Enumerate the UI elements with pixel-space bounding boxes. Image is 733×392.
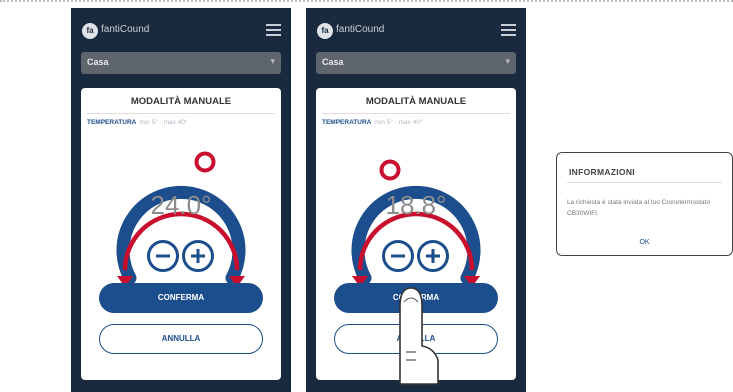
dotted-separator bbox=[0, 0, 733, 2]
increase-button[interactable] bbox=[417, 240, 449, 272]
info-dialog-title: INFORMAZIONI bbox=[569, 167, 635, 177]
dial-handle[interactable] bbox=[379, 159, 401, 181]
temperature-label: TEMPERATURA bbox=[87, 119, 137, 126]
temperature-label-row: TEMPERATURA min 5° · max 40° bbox=[87, 119, 188, 126]
temperature-label-row: TEMPERATURA min 5° · max 40° bbox=[322, 119, 423, 126]
dial-arc-red bbox=[357, 211, 475, 271]
app-header: fa fantiCound bbox=[71, 8, 291, 50]
temperature-value: 18.8° bbox=[385, 190, 447, 220]
hamburger-menu-icon[interactable] bbox=[266, 24, 281, 36]
app-header: fa fantiCound bbox=[306, 8, 526, 50]
temperature-range-hint: min 5° · max 40° bbox=[374, 119, 423, 126]
modal-title: MODALITÀ MANUALE bbox=[130, 96, 232, 107]
temperature-value: 24.0° bbox=[150, 190, 212, 220]
decrease-button[interactable] bbox=[147, 240, 179, 272]
hamburger-menu-icon[interactable] bbox=[501, 24, 516, 36]
plus-icon bbox=[426, 249, 440, 263]
dial-arc-red bbox=[122, 211, 240, 271]
room-selector-value: Casa bbox=[87, 57, 109, 67]
minus-icon bbox=[156, 254, 170, 258]
app-logo: fa bbox=[82, 23, 98, 39]
info-dialog-message: La richiesta è stata inviata al tuo Cron… bbox=[567, 199, 711, 217]
app-brand-name: fantiCound bbox=[101, 24, 150, 35]
chevron-down-icon: ▾ bbox=[270, 56, 275, 66]
temperature-range-hint: min 5° · max 40° bbox=[139, 119, 188, 126]
room-selector-value: Casa bbox=[322, 57, 344, 67]
title-divider bbox=[87, 113, 275, 114]
info-dialog-divider bbox=[567, 182, 722, 183]
phone-screen-1: fa fantiCound Casa ▾ MODALITÀ MANUALE TE… bbox=[71, 8, 291, 392]
decrease-button[interactable] bbox=[382, 240, 414, 272]
app-logo: fa bbox=[317, 23, 333, 39]
cancel-button[interactable]: ANNULLA bbox=[99, 324, 263, 354]
title-divider bbox=[322, 113, 510, 114]
minus-icon bbox=[391, 254, 405, 258]
room-selector[interactable]: Casa ▾ bbox=[81, 52, 281, 74]
chevron-down-icon: ▾ bbox=[505, 56, 510, 66]
increase-button[interactable] bbox=[182, 240, 214, 272]
room-selector[interactable]: Casa ▾ bbox=[316, 52, 516, 74]
info-dialog: INFORMAZIONI La richiesta è stata inviat… bbox=[556, 152, 733, 256]
app-brand-name: fantiCound bbox=[336, 24, 385, 35]
confirm-button[interactable]: CONFERMA bbox=[99, 283, 263, 313]
modal-title: MODALITÀ MANUALE bbox=[365, 96, 467, 107]
manual-mode-modal: MODALITÀ MANUALE TEMPERATURA min 5° · max… bbox=[81, 88, 281, 380]
temperature-label: TEMPERATURA bbox=[322, 119, 372, 126]
ok-button[interactable]: OK bbox=[557, 239, 732, 246]
tap-hand-icon bbox=[399, 287, 439, 385]
dial-handle[interactable] bbox=[194, 151, 216, 173]
plus-icon bbox=[191, 249, 205, 263]
